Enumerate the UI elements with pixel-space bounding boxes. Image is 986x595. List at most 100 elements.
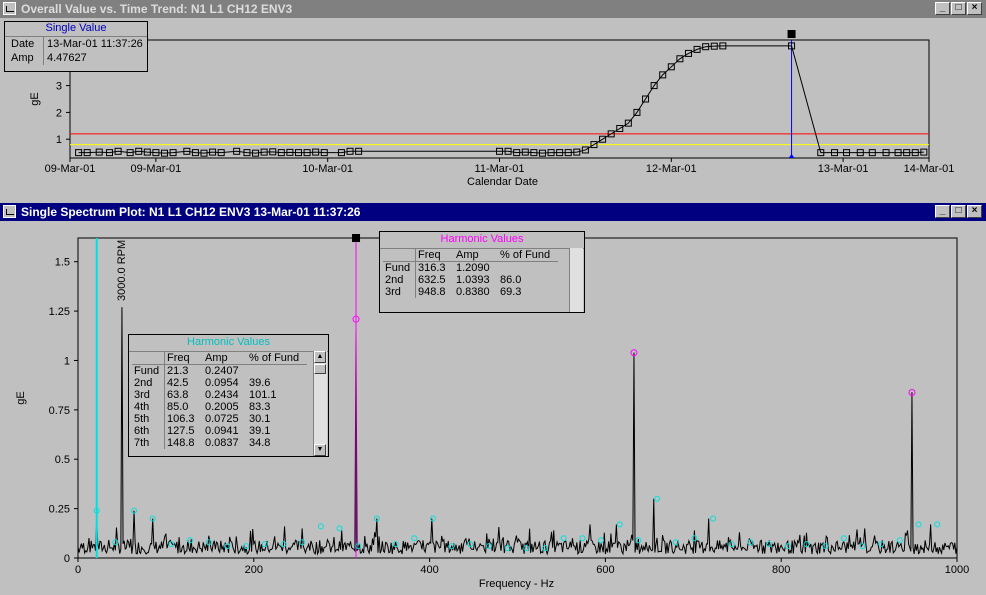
harmonic-column-header: % of Fund <box>498 249 558 262</box>
trend-title: Overall Value vs. Time Trend: N1 L1 CH12… <box>21 2 293 16</box>
x-tick-label: 14-Mar-01 <box>904 163 955 175</box>
harmonic-column-header <box>132 352 165 365</box>
harmonic-cell: Fund <box>132 364 165 377</box>
harmonic-cell: 7th <box>132 437 165 449</box>
harmonic-row[interactable]: Fund 21.3 0.2407 <box>132 364 307 377</box>
spectrum-window: Single Spectrum Plot: N1 L1 CH12 ENV3 13… <box>0 203 986 595</box>
harmonic-cell: 30.1 <box>249 413 271 425</box>
y-tick-label: 0.25 <box>49 504 70 516</box>
y-tick-label: 2 <box>56 107 62 119</box>
harmonic-row[interactable]: 2nd 632.5 1.0393 86.0 <box>383 274 558 286</box>
harmonic-column-header: % of Fund <box>247 352 307 365</box>
harmonic-row[interactable]: 2nd 42.5 0.0954 39.6 <box>132 377 307 389</box>
harmonic-cell: 1.2090 <box>456 262 490 274</box>
harmonic-cell: 632.5 <box>418 274 446 286</box>
maximize-button[interactable]: □ <box>951 2 966 15</box>
harmonic-values-table: Freq Amp% of Fund Fund 316.3 1.2090 2nd 632.5 1… <box>383 249 558 298</box>
harmonic-cell: 127.5 <box>167 425 195 437</box>
harmonic-cell: 63.8 <box>167 389 189 401</box>
harmonic-values-box-magenta[interactable]: Harmonic Values Freq Amp% of Fund Fund 316.… <box>379 231 585 313</box>
y-tick-label: 1 <box>64 355 70 367</box>
spectrum-title: Single Spectrum Plot: N1 L1 CH12 ENV3 13… <box>21 205 361 219</box>
harmonic-cell: 0.0725 <box>205 413 239 425</box>
harmonic-row[interactable]: 5th 106.3 0.0725 30.1 <box>132 413 307 425</box>
harmonic-row[interactable]: 6th 127.5 0.0941 39.1 <box>132 425 307 437</box>
trend-titlebar[interactable]: Overall Value vs. Time Trend: N1 L1 CH12… <box>0 0 986 18</box>
scroll-up-button[interactable]: ▲ <box>314 351 326 363</box>
x-tick-label: 600 <box>596 564 614 576</box>
harmonic-cell: 4th <box>132 401 165 413</box>
close-button[interactable]: × <box>967 205 982 218</box>
amp-value: 4.47627 <box>47 52 87 64</box>
harmonic-cell: 948.8 <box>418 286 446 298</box>
harmonic-cell: 316.3 <box>418 262 446 274</box>
harmonic-cell: 101.1 <box>249 389 277 401</box>
y-tick-label: 1.25 <box>49 306 70 318</box>
chart-window-icon[interactable] <box>3 2 16 15</box>
harmonic-cell <box>498 262 558 275</box>
scroll-down-button[interactable]: ▼ <box>314 444 326 456</box>
harmonic-row[interactable]: 3rd 63.8 0.2434 101.1 <box>132 389 307 401</box>
harmonic-scrollbar[interactable]: ▲ ▼ <box>313 351 327 456</box>
harmonic-cell: 0.8380 <box>456 286 490 298</box>
x-tick-label: 09-Mar-01 <box>131 163 182 175</box>
harmonic-values-header: Harmonic Values <box>380 232 584 249</box>
spectrum-titlebar[interactable]: Single Spectrum Plot: N1 L1 CH12 ENV3 13… <box>0 203 986 221</box>
x-tick-label: 1000 <box>945 564 969 576</box>
harmonic-row[interactable]: 4th 85.0 0.2005 83.3 <box>132 401 307 413</box>
harmonic-cell: 39.6 <box>249 377 271 389</box>
harmonic-column-header: Freq <box>164 352 203 365</box>
amp-label: Amp <box>11 52 34 64</box>
x-tick-label: 12-Mar-01 <box>646 163 697 175</box>
y-axis-label: gE <box>29 92 41 105</box>
harmonic-cell: 2nd <box>132 377 165 389</box>
chart-window-icon[interactable] <box>3 205 16 218</box>
date-value: 13-Mar-01 11:37:26 <box>47 38 143 50</box>
harmonic-cell: 0.0954 <box>205 377 239 389</box>
single-value-header: Single Value <box>5 22 147 37</box>
y-tick-label: 3 <box>56 81 62 93</box>
harmonic-scrollbar[interactable] <box>569 248 583 312</box>
harmonic-cell: 69.3 <box>500 286 522 298</box>
harmonic-values-header: Harmonic Values <box>129 335 328 352</box>
harmonic-row[interactable]: Fund 316.3 1.2090 <box>383 261 558 275</box>
minimize-button[interactable]: _ <box>935 2 950 15</box>
rpm-label: 3000.0 RPM <box>116 240 128 301</box>
close-button[interactable]: × <box>967 2 982 15</box>
harmonic-cell: 148.8 <box>167 437 195 449</box>
harmonic-cell: 42.5 <box>167 377 189 389</box>
date-label: Date <box>11 38 35 50</box>
x-tick-label: 10-Mar-01 <box>302 163 353 175</box>
x-tick-label: 13-Mar-01 <box>818 163 869 175</box>
harmonic-cell: 34.8 <box>249 437 271 449</box>
maximize-button[interactable]: □ <box>951 205 966 218</box>
y-tick-label: 0.75 <box>49 405 70 417</box>
minimize-button[interactable]: _ <box>935 205 950 218</box>
harmonic-cell: 0.0941 <box>205 425 239 437</box>
harmonic-values-table: Freq Amp% of Fund Fund 21.3 0.2407 2nd 42.5 0.0… <box>132 352 307 449</box>
harmonic-cell: 5th <box>132 413 165 425</box>
scroll-thumb[interactable] <box>314 364 326 374</box>
harmonic-cell: 85.0 <box>167 401 189 413</box>
x-tick-label: 800 <box>772 564 790 576</box>
harmonic-cell: 39.1 <box>249 425 271 437</box>
x-tick-label: 0 <box>75 564 81 576</box>
harmonic-cell: 21.3 <box>167 365 189 377</box>
cursor-handle <box>352 234 361 242</box>
harmonic-column-header: Amp <box>203 352 247 365</box>
harmonic-cell: 0.2434 <box>205 389 239 401</box>
harmonic-row[interactable]: 3rd 948.8 0.8380 69.3 <box>383 286 558 298</box>
harmonic-cell: 3rd <box>383 286 416 298</box>
y-tick-label: 0.5 <box>55 454 70 466</box>
plot-area <box>69 39 930 159</box>
harmonic-cell: 83.3 <box>249 401 271 413</box>
harmonic-column-header <box>383 249 416 262</box>
harmonic-values-box-cyan[interactable]: Harmonic Values Freq Amp% of Fund Fund 21.3… <box>128 334 329 457</box>
harmonic-cell: 3rd <box>132 389 165 401</box>
harmonic-row[interactable]: 7th 148.8 0.0837 34.8 <box>132 437 307 449</box>
harmonic-cell: 0.2407 <box>205 365 239 377</box>
x-tick-label: 400 <box>420 564 438 576</box>
cursor-handle <box>787 30 796 38</box>
harmonic-cell: 6th <box>132 425 165 437</box>
trend-window: Overall Value vs. Time Trend: N1 L1 CH12… <box>0 0 986 200</box>
